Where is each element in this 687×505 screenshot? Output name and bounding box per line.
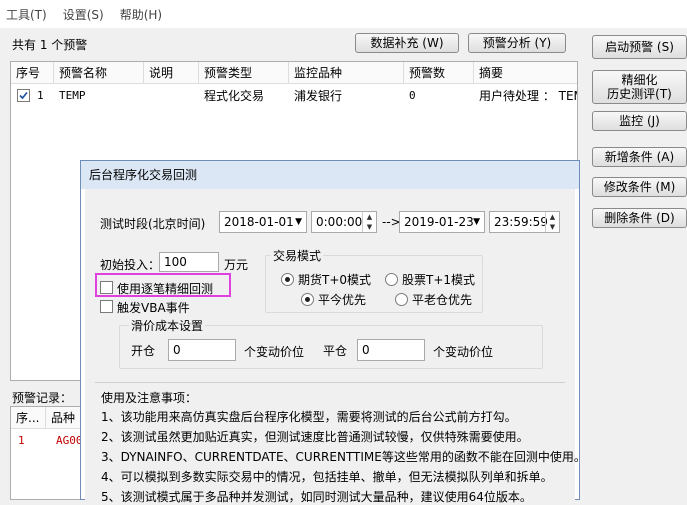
records-table: 序... 品种 1 AG00 — [10, 406, 90, 500]
divider — [95, 382, 565, 383]
trade-mode-title: 交易模式 — [271, 247, 324, 264]
record-symbol: AG00 — [56, 434, 83, 447]
note-line: 3、DYNAINFO、CURRENTDATE、CURRENTTIME等这些常用的… — [101, 450, 586, 464]
monitor-button[interactable]: 监控 (J) — [592, 111, 687, 131]
spinner-icon[interactable]: ▲ ▼ — [545, 212, 559, 232]
note-line: 2、该测试虽然更加贴近真实，但测试速度比普通测试较慢，仅供特殊需要使用。 — [101, 430, 529, 444]
end-date-value: 2019-01-23 — [404, 215, 474, 229]
menu-settings[interactable]: 设置(S) — [63, 6, 104, 23]
open-slippage-input[interactable]: 0 — [168, 339, 236, 361]
close-old-label[interactable]: 平老仓优先 — [412, 291, 472, 308]
alert-table-header: 序号 预警名称 说明 预警类型 监控品种 预警数 摘要 — [11, 62, 577, 84]
note-line: 4、可以模拟到多数实际交易中的情况，包括挂单、撤单，但无法模拟队列单和拆单。 — [101, 470, 553, 484]
backtest-dialog: 后台程序化交易回测 测试时段(北京时间) 2018-01-01 ▼ 0:00:0… — [80, 160, 586, 504]
start-date-value: 2018-01-01 — [224, 215, 294, 229]
spinner-icon[interactable]: ▲ ▼ — [362, 212, 376, 232]
capital-label: 初始投入： — [100, 258, 161, 272]
close-label: 平仓 — [323, 344, 348, 358]
capital-unit: 万元 — [224, 258, 249, 272]
row-symbol: 浦发银行 — [294, 89, 343, 103]
col-type[interactable]: 预警类型 — [199, 62, 289, 84]
row-index: 1 — [37, 89, 44, 102]
note-line: 1、该功能用来高仿真实盘后台程序化模型，需要将测试的后台公式前方打勾。 — [101, 410, 517, 424]
col-count[interactable]: 预警数 — [404, 62, 474, 84]
period-label: 测试时段(北京时间) — [100, 217, 206, 231]
end-date-picker[interactable]: 2019-01-23 ▼ — [399, 211, 485, 233]
row-desc — [144, 87, 149, 105]
end-time-field[interactable]: 23:59:59 ▲ ▼ — [489, 211, 560, 233]
open-unit: 个变动价位 — [244, 345, 305, 359]
records-col-index[interactable]: 序... — [11, 407, 46, 429]
stock-mode-label[interactable]: 股票T+1模式 — [402, 271, 475, 288]
chevron-down-icon: ▼ — [473, 217, 480, 227]
start-time-value: 0:00:00 — [316, 215, 363, 229]
dialog-body: 测试时段(北京时间) 2018-01-01 ▼ 0:00:00 ▲ ▼ --> 2… — [85, 189, 586, 504]
note-line: 5、该测试模式属于多品种并发测试，如同时测试大量品种，建议使用64位版本。 — [101, 490, 532, 504]
alert-analysis-button[interactable]: 预警分析 (Y) — [468, 33, 566, 53]
menu-help[interactable]: 帮助(H) — [120, 6, 162, 23]
open-label: 开仓 — [131, 344, 156, 358]
records-header: 序... 品种 — [11, 407, 89, 429]
futures-mode-label[interactable]: 期货T+0模式 — [298, 271, 371, 288]
stock-mode-radio[interactable] — [385, 273, 398, 286]
close-unit: 个变动价位 — [433, 345, 494, 359]
data-fill-button[interactable]: 数据补充 (W) — [355, 33, 459, 53]
end-time-value: 23:59:59 — [494, 215, 548, 229]
row-summary: 用户待处理 ： TEMP — [479, 89, 577, 103]
close-slippage-input[interactable]: 0 — [357, 339, 425, 361]
menu-bar: 工具(T) 设置(S) 帮助(H) — [0, 0, 687, 28]
menu-tools[interactable]: 工具(T) — [6, 6, 47, 23]
row-count: 0 — [409, 89, 416, 102]
close-today-radio[interactable] — [301, 293, 314, 306]
slippage-title: 滑价成本设置 — [129, 317, 206, 334]
dialog-title: 后台程序化交易回测 — [81, 161, 579, 189]
alert-count-label: 共有 1 个预警 — [12, 38, 88, 52]
close-old-radio[interactable] — [395, 293, 408, 306]
col-desc[interactable]: 说明 — [144, 62, 199, 84]
chevron-down-icon: ▼ — [295, 217, 302, 227]
notes-title: 使用及注意事项： — [101, 391, 198, 405]
highlight-box — [95, 273, 231, 297]
delete-condition-button[interactable]: 删除条件 (D) — [592, 208, 687, 228]
col-summary[interactable]: 摘要 — [474, 62, 577, 84]
vba-event-checkbox[interactable] — [100, 300, 113, 313]
range-arrow: --> — [382, 215, 401, 229]
capital-input[interactable]: 100 — [159, 252, 219, 272]
col-index[interactable]: 序号 — [11, 62, 54, 84]
edit-condition-button[interactable]: 修改条件 (M) — [592, 177, 687, 197]
start-time-field[interactable]: 0:00:00 ▲ ▼ — [311, 211, 377, 233]
col-name[interactable]: 预警名称 — [54, 62, 144, 84]
col-symbol[interactable]: 监控品种 — [289, 62, 404, 84]
row-checkbox[interactable] — [17, 89, 30, 102]
start-date-picker[interactable]: 2018-01-01 ▼ — [219, 211, 307, 233]
start-alert-button[interactable]: 启动预警 (S) — [592, 35, 687, 59]
fine-backtest-button[interactable]: 精细化 历史测评(T) — [592, 70, 687, 104]
records-label: 预警记录： — [12, 391, 73, 405]
add-condition-button[interactable]: 新增条件 (A) — [592, 147, 687, 167]
record-index: 1 — [18, 434, 25, 447]
close-today-label[interactable]: 平今优先 — [318, 291, 366, 308]
row-type: 程式化交易 — [204, 89, 265, 103]
vba-event-label[interactable]: 触发VBA事件 — [117, 299, 190, 316]
futures-mode-radio[interactable] — [281, 273, 294, 286]
row-name: TEMP — [59, 89, 86, 102]
